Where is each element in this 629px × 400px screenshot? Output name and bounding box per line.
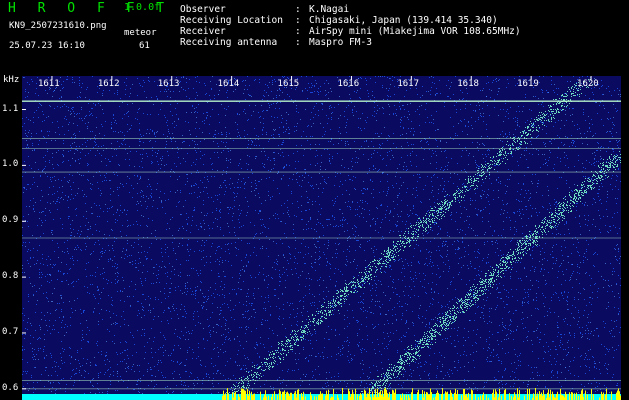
version-label: 1.0.0f xyxy=(124,2,161,13)
info-separator: : xyxy=(295,37,301,48)
info-label: Receiving antenna xyxy=(180,37,278,48)
x-tick-label: 1614 xyxy=(217,79,240,89)
info-row-receiver: Receiver : AirSpy mini (Miakejima VOR 10… xyxy=(180,26,521,37)
mode-label: meteor xyxy=(124,28,157,38)
info-separator: : xyxy=(295,26,301,37)
y-tick-label: 1.0 xyxy=(2,159,19,170)
info-label: Receiver xyxy=(180,26,226,37)
info-row-observer: Observer : K.Nagai xyxy=(180,4,521,15)
x-tick-label: 1615 xyxy=(277,79,300,89)
x-tick-label: 1618 xyxy=(457,79,479,89)
meteor-count: 61 xyxy=(139,41,150,51)
x-tick-label: 1611 xyxy=(37,79,60,89)
info-value: Maspro FM-3 xyxy=(309,37,372,48)
header-panel: H R O F F T 1.0.0f KN9_2507231610.png me… xyxy=(0,0,629,74)
x-tick-label: 1616 xyxy=(337,79,360,89)
info-separator: : xyxy=(295,4,301,15)
file-name: KN9_2507231610.png xyxy=(9,21,107,31)
x-tick-label: 1617 xyxy=(397,79,420,89)
x-tick-label: 1613 xyxy=(157,79,180,89)
x-tick-label: 1612 xyxy=(97,79,120,89)
y-tick-label: 0.6 xyxy=(2,382,19,393)
x-tick-label: 1619 xyxy=(517,79,539,89)
info-value: K.Nagai xyxy=(309,4,350,15)
date-time: 25.07.23 16:10 xyxy=(9,41,85,51)
y-tick-label: 1.1 xyxy=(2,103,19,114)
y-tick-label: 0.8 xyxy=(2,271,19,282)
observation-info: Observer : K.Nagai Receiving Location : … xyxy=(180,4,521,48)
info-label: Receiving Location xyxy=(180,15,283,26)
y-tick-label: 0.9 xyxy=(2,215,19,226)
x-tick-label: 1620 xyxy=(577,79,599,89)
spectrogram-svg xyxy=(22,76,621,400)
y-axis-unit: kHz xyxy=(3,75,20,85)
info-separator: : xyxy=(295,15,301,26)
y-tick-label: 0.7 xyxy=(2,326,19,337)
info-value: Chigasaki, Japan (139.414 35.340) xyxy=(309,15,498,26)
spectrogram-plot xyxy=(22,76,621,400)
drift-trace-1 xyxy=(359,151,621,400)
info-row-antenna: Receiving antenna : Maspro FM-3 xyxy=(180,37,521,48)
info-value: AirSpy mini (Miakejima VOR 108.65MHz) xyxy=(309,26,521,37)
info-row-location: Receiving Location : Chigasaki, Japan (1… xyxy=(180,15,521,26)
info-label: Observer xyxy=(180,4,226,15)
